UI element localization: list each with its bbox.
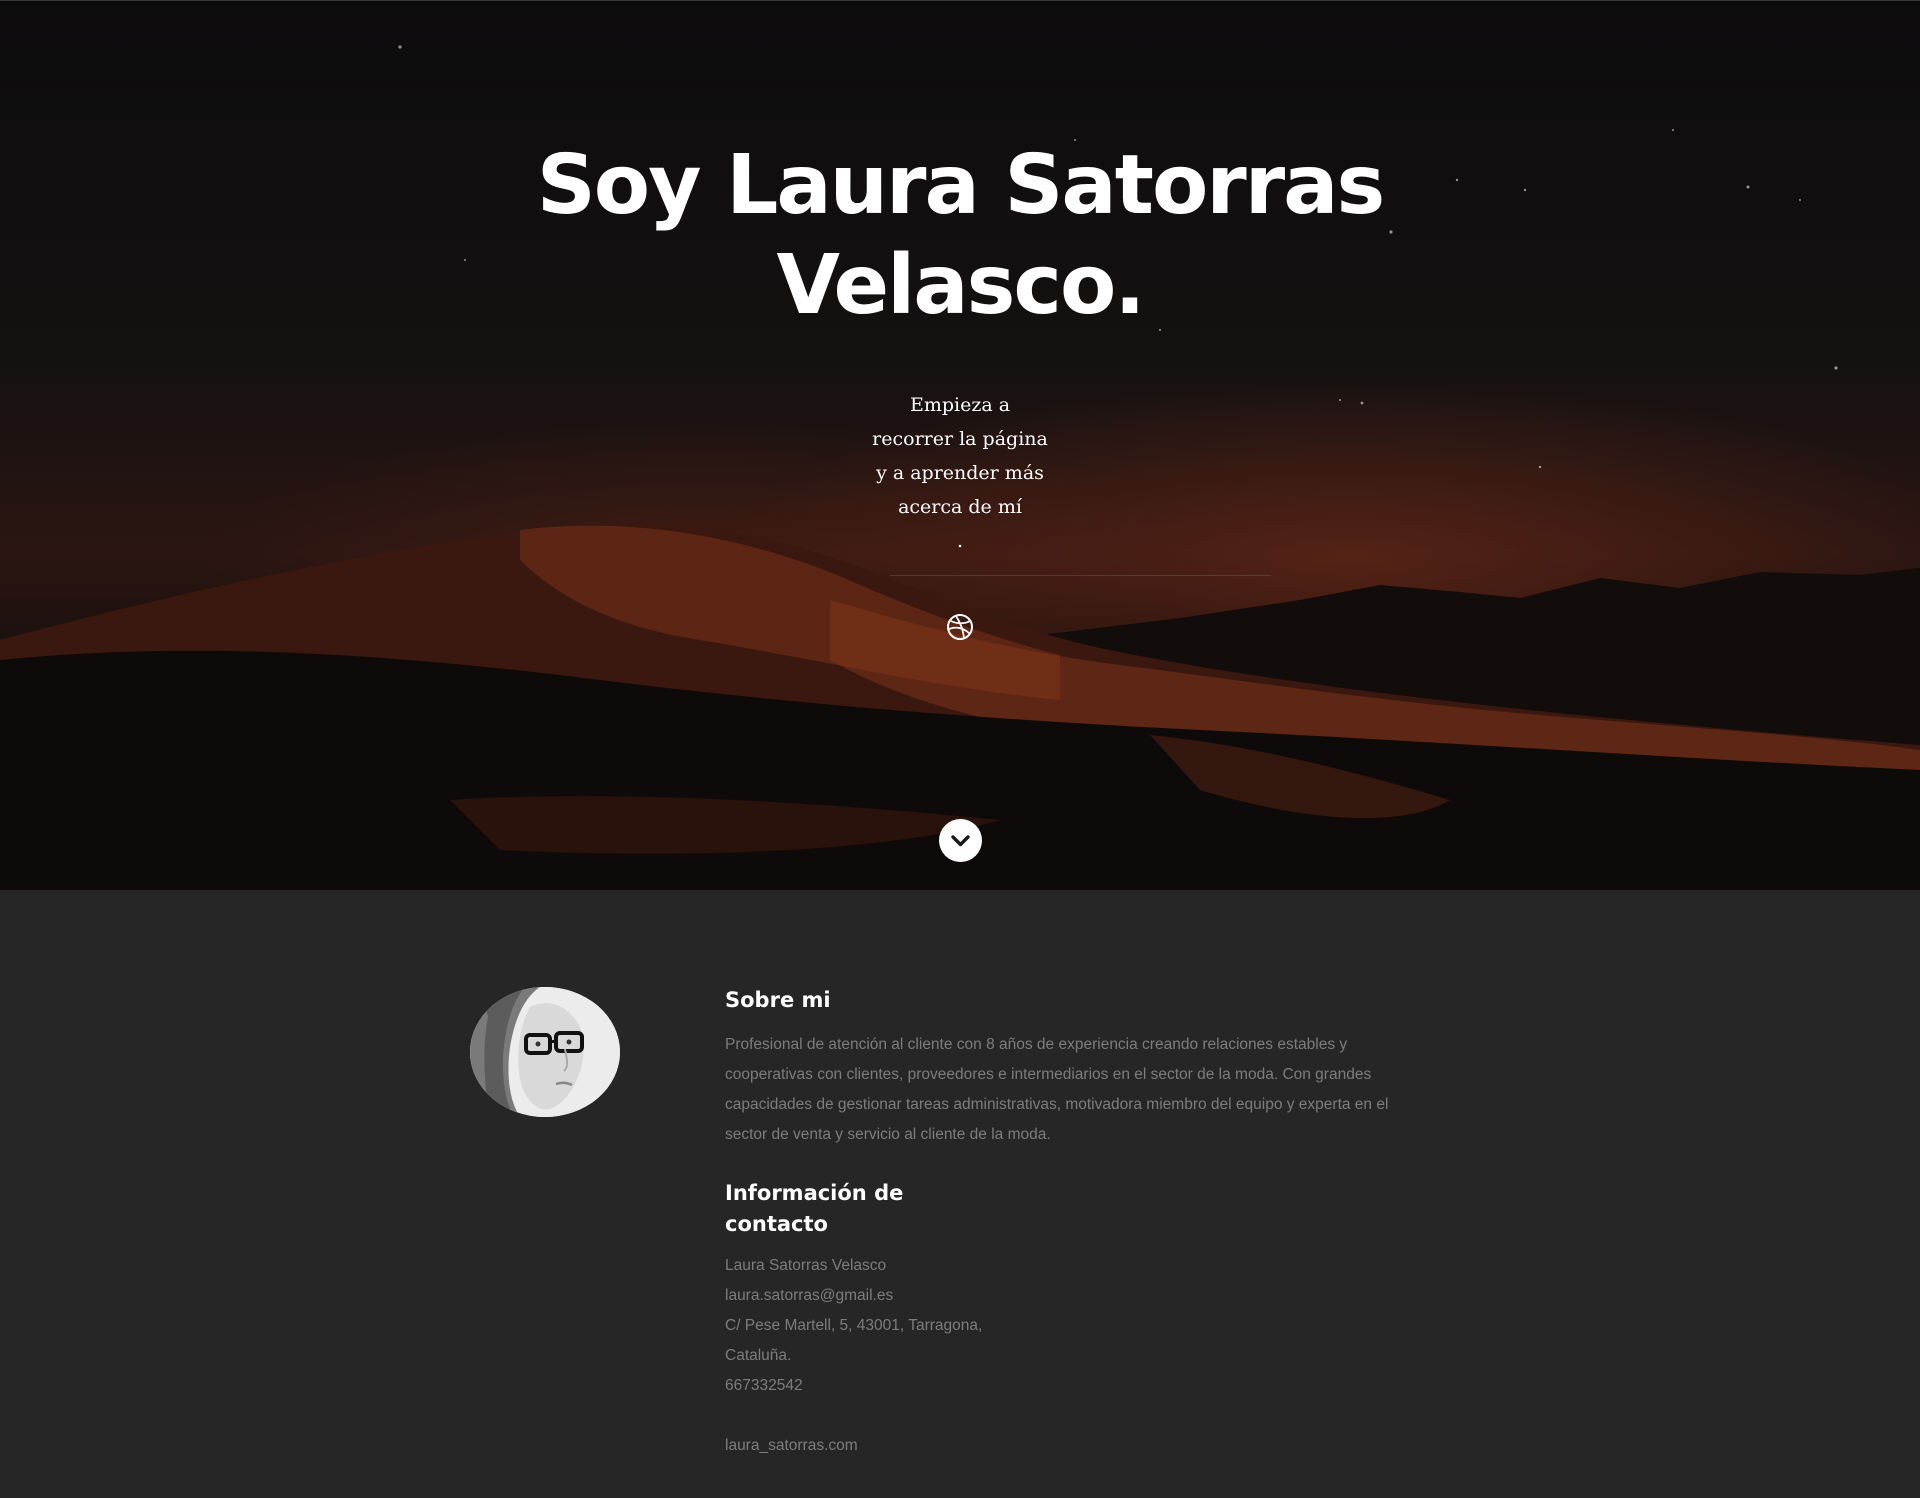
contact-website-link[interactable]: laura_satorras.com bbox=[725, 1437, 858, 1454]
chevron-down-icon bbox=[951, 835, 970, 847]
hero-subtitle-line: acerca de mí bbox=[898, 496, 1022, 518]
contact-address-line-1: C/ Pese Martell, 5, 43001, Tarragona, bbox=[725, 1317, 983, 1334]
contact-heading: Información de contacto bbox=[725, 1178, 965, 1240]
hero-subtitle-line: y a aprender más bbox=[876, 462, 1044, 484]
contact-heading-line-1: Información de bbox=[725, 1181, 904, 1205]
top-border bbox=[0, 0, 1920, 1]
hero-subtitle: Empieza a recorrer la página y a aprende… bbox=[860, 388, 1060, 558]
hero-subtitle-line: Empieza a bbox=[909, 394, 1011, 416]
scroll-down-button[interactable] bbox=[939, 819, 982, 862]
hero-section: Soy Laura Satorras Velasco. Empieza a re… bbox=[0, 0, 1920, 890]
hero-title-line-2: Velasco. bbox=[776, 238, 1146, 333]
contact-email-link[interactable]: laura.satorras@gmail.es bbox=[725, 1287, 893, 1304]
about-heading: Sobre mi bbox=[725, 988, 831, 1012]
hero-title: Soy Laura Satorras Velasco. bbox=[460, 136, 1460, 336]
about-section: Sobre mi Profesional de atención al clie… bbox=[0, 890, 1920, 1498]
hero-subtitle-line: recorrer la página bbox=[872, 428, 1048, 450]
contact-heading-line-2: contacto bbox=[725, 1212, 828, 1236]
dribbble-icon[interactable] bbox=[946, 613, 974, 641]
hero-subtitle-line: . bbox=[956, 530, 964, 552]
contact-name: Laura Satorras Velasco bbox=[725, 1257, 887, 1274]
about-text: Profesional de atención al cliente con 8… bbox=[725, 1036, 1389, 1143]
contact-list: Laura Satorras Velasco laura.satorras@gm… bbox=[725, 1251, 982, 1461]
hero-title-line-1: Soy Laura Satorras bbox=[536, 138, 1386, 233]
contact-phone: 667332542 bbox=[725, 1377, 803, 1394]
hero-divider bbox=[890, 575, 1270, 576]
contact-address-line-2: Cataluña. bbox=[725, 1347, 792, 1364]
profile-avatar bbox=[470, 987, 620, 1117]
